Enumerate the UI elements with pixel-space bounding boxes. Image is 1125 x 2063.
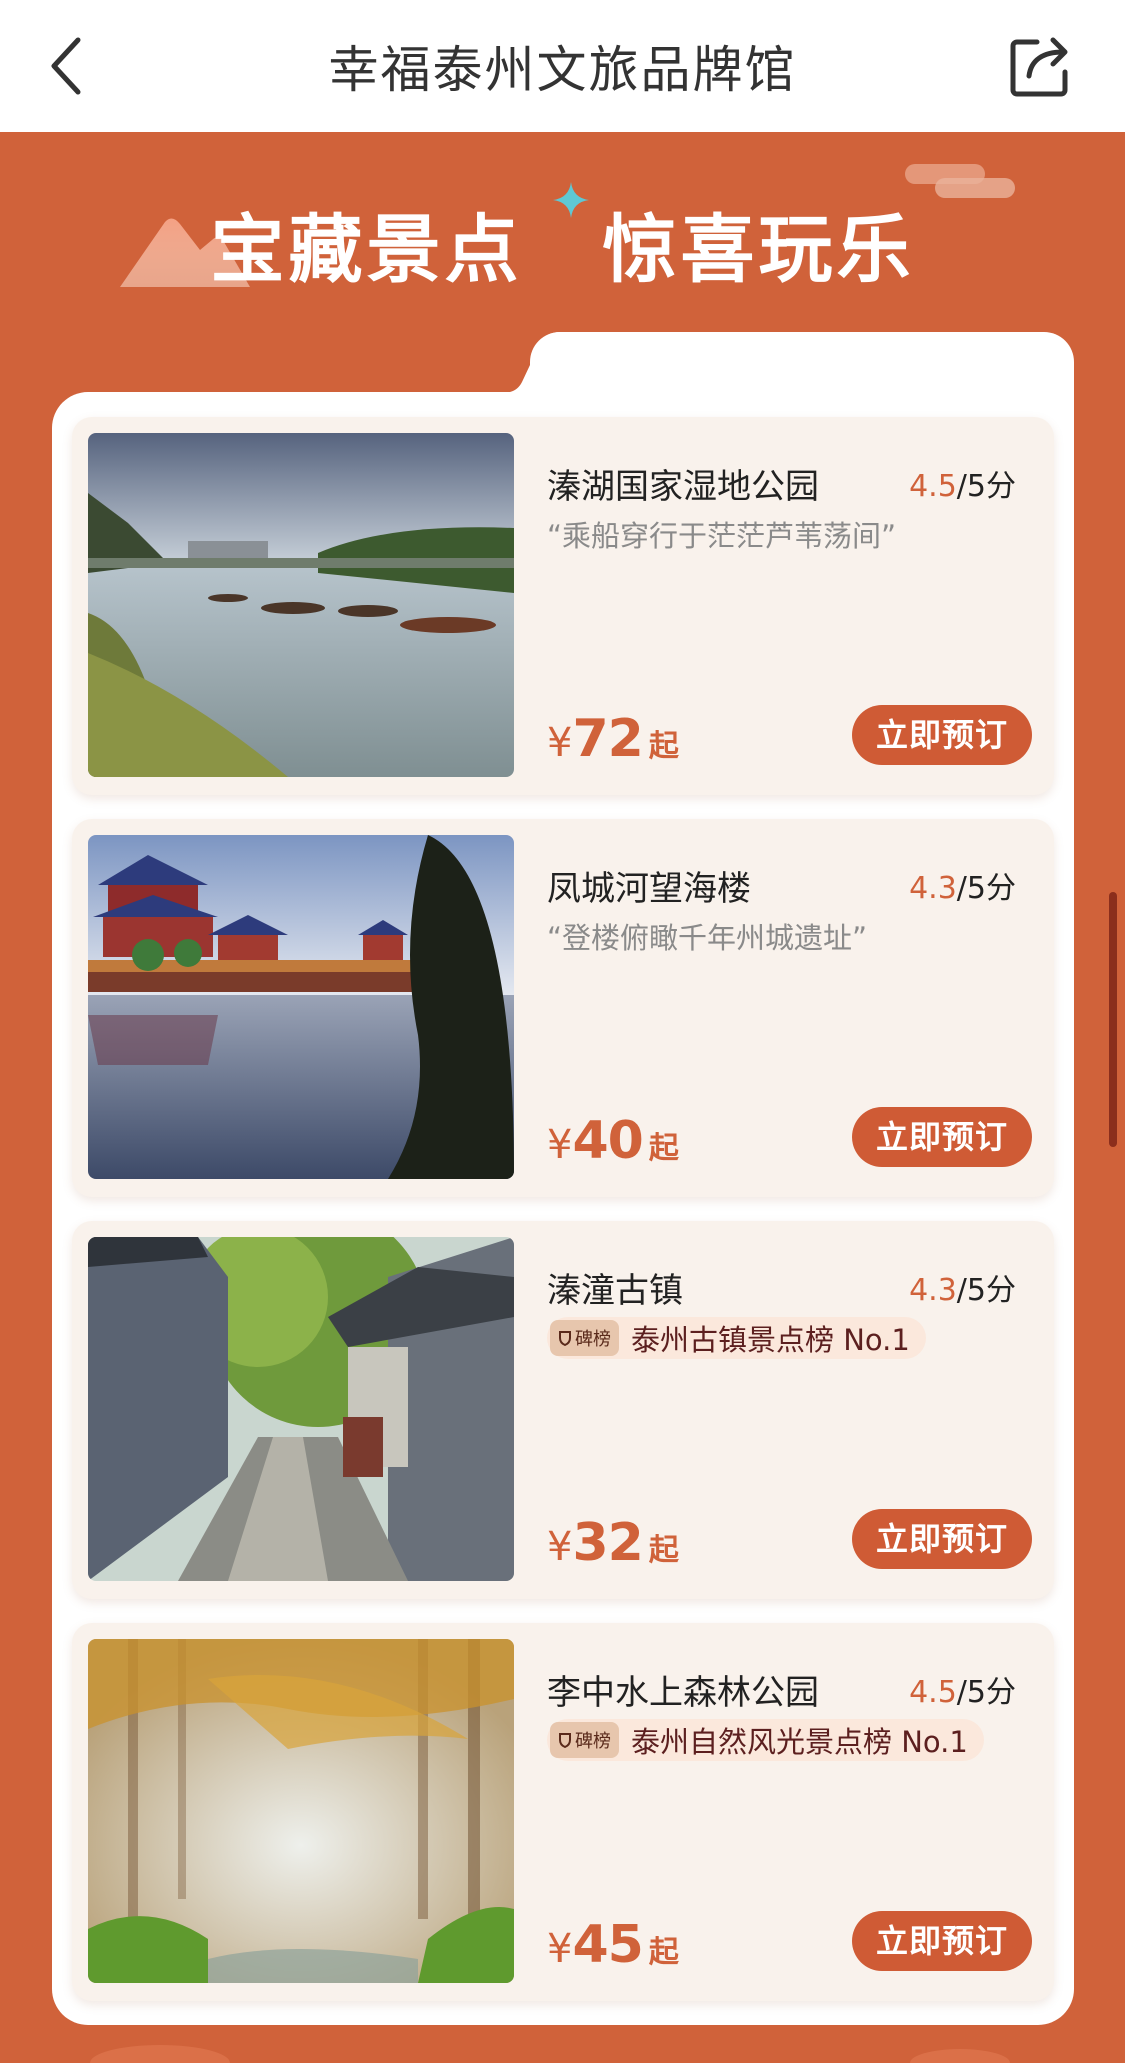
navbar: 幸福泰州文旅品牌馆 xyxy=(0,0,1125,132)
ranking-badge-label: 碑榜 xyxy=(575,1329,611,1350)
ranking-tag: 碑榜 泰州自然风光景点榜 No.1 xyxy=(547,1719,984,1761)
share-icon xyxy=(1010,37,1068,97)
attraction-name: 李中水上森林公园 xyxy=(547,1673,819,1713)
book-now-button[interactable]: 立即预订 xyxy=(852,1509,1032,1569)
ranking-text: 泰州自然风光景点榜 No.1 xyxy=(631,1725,968,1759)
attraction-image xyxy=(88,433,514,777)
price: ¥45 起 xyxy=(547,1915,679,1975)
banner-left-text: 宝藏景点 xyxy=(210,207,523,293)
book-now-button[interactable]: 立即预订 xyxy=(852,705,1032,765)
price-value: 45 xyxy=(572,1915,643,1975)
price-currency: ¥ xyxy=(547,1524,573,1570)
rating-scale: /5分 xyxy=(956,1675,1016,1710)
rating-scale: /5分 xyxy=(956,871,1016,906)
shield-icon xyxy=(559,1331,571,1346)
price: ¥40 起 xyxy=(547,1111,679,1171)
ranking-text: 泰州古镇景点榜 No.1 xyxy=(631,1323,910,1357)
price-value: 72 xyxy=(572,709,643,769)
rating-score: 4.3 xyxy=(909,871,957,906)
attraction-name: 溱湖国家湿地公园 xyxy=(547,467,819,507)
price-from: 起 xyxy=(648,1935,679,1970)
rating: 4.5/5分 xyxy=(909,1667,1016,1711)
ranking-badge: 碑榜 xyxy=(550,1722,619,1758)
ranking-badge: 碑榜 xyxy=(550,1320,619,1356)
share-button[interactable] xyxy=(1007,32,1075,100)
ranking-tag: 碑榜 泰州古镇景点榜 No.1 xyxy=(547,1317,926,1359)
price-from: 起 xyxy=(648,729,679,764)
price: ¥72 起 xyxy=(547,709,679,769)
banner-right-text: 惊喜玩乐 xyxy=(602,207,915,293)
price-currency: ¥ xyxy=(547,1926,573,1972)
price-value: 40 xyxy=(572,1111,643,1171)
ranking-badge-label: 碑榜 xyxy=(575,1731,611,1752)
price-from: 起 xyxy=(648,1533,679,1568)
page-title: 幸福泰州文旅品牌馆 xyxy=(328,41,797,99)
attraction-quote: “乘船穿行于茫茫芦苇荡间” xyxy=(547,519,897,553)
attraction-card[interactable]: 李中水上森林公园 4.5/5分 碑榜 泰州自然风光景点榜 No.1 ¥45 起 立… xyxy=(72,1623,1054,2001)
scrollbar[interactable] xyxy=(1109,892,1117,1147)
price-currency: ¥ xyxy=(547,1122,573,1168)
rating-scale: /5分 xyxy=(956,1273,1016,1308)
attraction-name: 溱潼古镇 xyxy=(547,1271,683,1311)
attraction-image xyxy=(88,1237,514,1581)
shield-icon xyxy=(559,1733,571,1748)
cloud-decoration xyxy=(905,164,1015,198)
attraction-image xyxy=(88,1639,514,1983)
attraction-name: 凤城河望海楼 xyxy=(547,869,751,909)
rating-score: 4.5 xyxy=(909,469,957,504)
sparkle-icon xyxy=(553,182,589,218)
rating-score: 4.3 xyxy=(909,1273,957,1308)
book-now-button[interactable]: 立即预订 xyxy=(852,1911,1032,1971)
attraction-card[interactable]: 溱潼古镇 4.3/5分 碑榜 泰州古镇景点榜 No.1 ¥32 起 立即预订 xyxy=(72,1221,1054,1599)
price-value: 32 xyxy=(572,1513,643,1573)
attraction-image xyxy=(88,835,514,1179)
rating: 4.5/5分 xyxy=(909,461,1016,505)
attraction-card[interactable]: 溱湖国家湿地公园 4.5/5分 “乘船穿行于茫茫芦苇荡间” ¥72 起 立即预订 xyxy=(72,417,1054,795)
book-now-button[interactable]: 立即预订 xyxy=(852,1107,1032,1167)
rating: 4.3/5分 xyxy=(909,1265,1016,1309)
attraction-quote: “登楼俯瞰千年州城遗址” xyxy=(547,921,868,955)
rating-scale: /5分 xyxy=(956,469,1016,504)
rating-score: 4.5 xyxy=(909,1675,957,1710)
rating: 4.3/5分 xyxy=(909,863,1016,907)
price-currency: ¥ xyxy=(547,720,573,766)
price-from: 起 xyxy=(648,1131,679,1166)
bottom-decoration xyxy=(90,2045,1010,2063)
attraction-card[interactable]: 凤城河望海楼 4.3/5分 “登楼俯瞰千年州城遗址” ¥40 起 立即预订 xyxy=(72,819,1054,1197)
price: ¥32 起 xyxy=(547,1513,679,1573)
